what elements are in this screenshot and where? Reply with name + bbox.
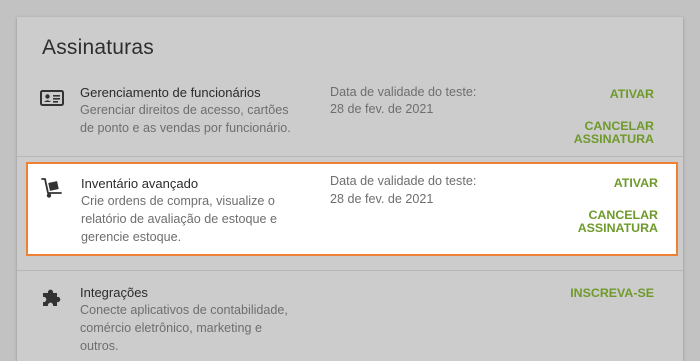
trial-expiry-date: 28 de fev. de 2021 bbox=[330, 192, 434, 206]
puzzle-piece-icon bbox=[40, 287, 66, 313]
subscription-name: Gerenciamento de funcionários bbox=[80, 85, 261, 100]
divider bbox=[17, 270, 683, 271]
subscription-name: Integrações bbox=[80, 285, 148, 300]
hand-truck-icon bbox=[40, 177, 66, 203]
page-title: Assinaturas bbox=[42, 36, 154, 59]
trial-expiry-label: Data de validade do teste: bbox=[330, 85, 477, 99]
id-card-icon bbox=[40, 88, 66, 114]
cancel-subscription-button[interactable]: CANCELAR ASSINATURA bbox=[574, 120, 654, 146]
activate-button[interactable]: ATIVAR bbox=[610, 88, 654, 101]
activate-button[interactable]: ATIVAR bbox=[614, 177, 658, 190]
subscription-row-advanced-inventory: Inventário avançado Crie ordens de compr… bbox=[26, 162, 678, 256]
subscription-name: Inventário avançado bbox=[81, 176, 199, 191]
subscribe-button[interactable]: INSCREVA-SE bbox=[570, 287, 654, 300]
trial-expiry-label: Data de validade do teste: bbox=[330, 174, 477, 188]
divider bbox=[17, 156, 683, 157]
trial-expiry-date: 28 de fev. de 2021 bbox=[330, 102, 434, 116]
subscription-description: Crie ordens de compra, visualize o relat… bbox=[81, 194, 278, 244]
subscription-description: Gerenciar direitos de acesso, cartões de… bbox=[80, 103, 291, 135]
subscription-description: Conecte aplicativos de contabilidade, co… bbox=[80, 303, 288, 353]
cancel-subscription-button[interactable]: CANCELAR ASSINATURA bbox=[578, 209, 658, 235]
